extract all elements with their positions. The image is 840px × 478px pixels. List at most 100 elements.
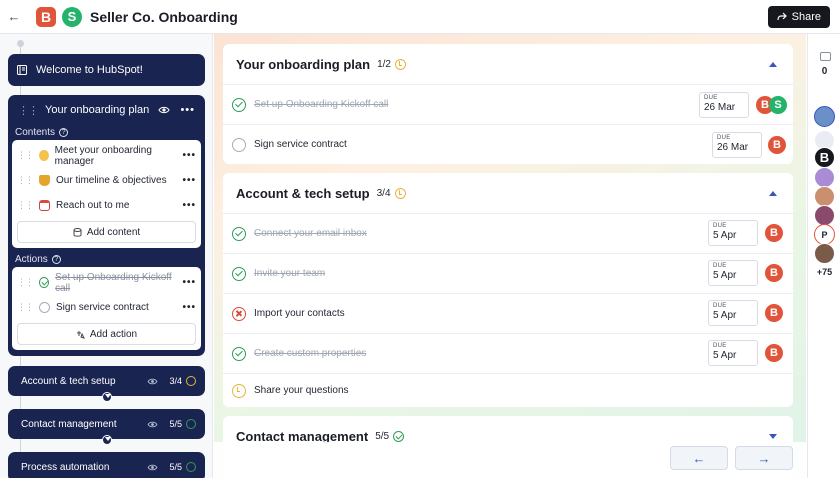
more-options-icon[interactable]: •••: [182, 200, 196, 211]
avatar[interactable]: [814, 186, 835, 207]
expand-chevron-icon[interactable]: [102, 435, 112, 445]
share-button[interactable]: Share: [767, 6, 830, 28]
progress-count: 5/5: [375, 430, 390, 442]
progress-count: 5/5: [169, 462, 182, 472]
drag-handle-icon[interactable]: ⋮⋮: [17, 302, 34, 313]
sidebar-item-label: Contact management: [21, 418, 117, 430]
expand-chevron-icon[interactable]: [102, 392, 112, 402]
help-icon[interactable]: ?: [59, 128, 69, 137]
more-options-icon[interactable]: •••: [182, 150, 196, 161]
task-label: Invite your team: [254, 268, 326, 279]
calendar-icon: [39, 200, 50, 211]
back-arrow-icon[interactable]: ←: [0, 9, 28, 24]
due-date-field[interactable]: DUE 5 Apr: [708, 220, 758, 246]
comment-icon[interactable]: [820, 52, 831, 61]
section-header[interactable]: Account & tech setup 3/4: [223, 173, 793, 213]
sidebar-item-welcome[interactable]: Welcome to HubSpot!: [8, 54, 205, 86]
avatar[interactable]: P: [814, 224, 835, 245]
eye-icon[interactable]: [147, 378, 158, 385]
sidebar-item-process-automation[interactable]: Process automation 5/5: [8, 452, 205, 478]
task-label: Create custom properties: [254, 348, 367, 359]
avatar[interactable]: [814, 205, 835, 226]
content-item-label: Meet your onboarding manager: [54, 144, 152, 167]
check-circle-icon[interactable]: [39, 277, 50, 288]
avatar[interactable]: [814, 106, 835, 127]
due-date-field[interactable]: DUE 5 Apr: [708, 340, 758, 366]
check-circle-icon[interactable]: [232, 346, 246, 361]
check-circle-icon[interactable]: [232, 266, 246, 281]
drag-handle-icon[interactable]: ⋮⋮: [17, 175, 34, 186]
assignee-avatar[interactable]: B: [765, 344, 783, 362]
content-item[interactable]: ⋮⋮ Meet your onboarding manager •••: [17, 143, 196, 168]
section-panel-onboarding-plan: Your onboarding plan 1/2 Set up Onboardi…: [223, 44, 793, 164]
sidebar-item-account-tech-setup[interactable]: Account & tech setup 3/4: [8, 366, 205, 402]
pending-clock-icon[interactable]: [232, 383, 246, 398]
collapse-caret-icon[interactable]: [769, 61, 777, 67]
assignee-avatar[interactable]: S: [769, 96, 787, 114]
task-row[interactable]: Share your questions: [223, 373, 793, 407]
next-button[interactable]: →: [735, 446, 793, 470]
eye-icon[interactable]: [158, 106, 171, 114]
assignee-avatar[interactable]: B: [768, 136, 786, 154]
progress-count: 5/5: [169, 419, 182, 429]
more-options-icon[interactable]: •••: [182, 277, 196, 288]
clock-icon: [395, 58, 406, 70]
task-row[interactable]: Import your contacts DUE 5 Apr B: [223, 293, 793, 333]
action-item-label: Set up Onboarding Kickoff call: [55, 271, 172, 294]
empty-circle-icon[interactable]: [232, 137, 246, 152]
task-row[interactable]: Sign service contract DUE 26 Mar B: [223, 124, 793, 164]
avatar[interactable]: [814, 243, 835, 264]
content-item-label: Reach out to me: [56, 200, 130, 211]
plan-sidebar: Welcome to HubSpot! ⋮⋮ Your onboarding p…: [0, 34, 213, 478]
avatar[interactable]: [814, 167, 835, 188]
drag-handle-icon[interactable]: ⋮⋮: [17, 277, 34, 288]
due-date-field[interactable]: DUE 5 Apr: [708, 260, 758, 286]
section-header[interactable]: Your onboarding plan 1/2: [223, 44, 793, 84]
check-circle-icon[interactable]: [232, 97, 246, 112]
task-row[interactable]: Set up Onboarding Kickoff call DUE 26 Ma…: [223, 84, 793, 124]
actions-heading: Actions ?: [12, 252, 201, 267]
action-item[interactable]: ⋮⋮ Set up Onboarding Kickoff call •••: [17, 270, 196, 295]
eye-icon[interactable]: [147, 464, 158, 471]
content-item[interactable]: ⋮⋮ Our timeline & objectives •••: [17, 168, 196, 193]
assignee-avatar[interactable]: B: [765, 264, 783, 282]
task-row[interactable]: Invite your team DUE 5 Apr B: [223, 253, 793, 293]
error-circle-icon[interactable]: [232, 306, 246, 321]
eye-icon[interactable]: [147, 421, 158, 428]
more-collaborators-count[interactable]: +75: [808, 267, 840, 277]
empty-circle-icon[interactable]: [39, 302, 50, 313]
assignee-avatar[interactable]: B: [765, 224, 783, 242]
check-circle-icon: [186, 419, 196, 429]
previous-button[interactable]: ←: [670, 446, 728, 470]
due-date-field[interactable]: DUE 5 Apr: [708, 300, 758, 326]
sidebar-item-label: Welcome to HubSpot!: [36, 64, 143, 76]
assignee-avatar[interactable]: B: [765, 304, 783, 322]
timeline-dot: [17, 40, 24, 47]
task-label: Share your questions: [254, 385, 349, 396]
action-item-label: Sign service contract: [56, 302, 149, 313]
help-icon[interactable]: ?: [51, 255, 61, 264]
due-date-field[interactable]: DUE 26 Mar: [712, 132, 762, 158]
drag-handle-icon[interactable]: ⋮⋮: [17, 150, 34, 161]
action-item[interactable]: ⋮⋮ Sign service contract •••: [17, 295, 196, 320]
task-row[interactable]: Connect your email inbox DUE 5 Apr B: [223, 213, 793, 253]
task-row[interactable]: Create custom properties DUE 5 Apr B: [223, 333, 793, 373]
due-date-field[interactable]: DUE 26 Mar: [699, 92, 749, 118]
expand-caret-icon[interactable]: [769, 433, 777, 439]
more-options-icon[interactable]: •••: [182, 175, 196, 186]
clock-icon: [186, 376, 196, 386]
drag-handle-icon[interactable]: ⋮⋮: [18, 104, 39, 117]
sidebar-item-contact-management[interactable]: Contact management 5/5: [8, 409, 205, 445]
collapse-caret-icon[interactable]: [769, 190, 777, 196]
plan-card-header[interactable]: ⋮⋮ Your onboarding plan •••: [12, 95, 201, 125]
clock-icon: [394, 187, 406, 199]
check-circle-icon[interactable]: [232, 226, 246, 241]
more-options-icon[interactable]: •••: [182, 302, 196, 313]
avatar[interactable]: B: [814, 147, 835, 168]
drag-handle-icon[interactable]: ⋮⋮: [17, 200, 34, 211]
check-circle-icon: [186, 462, 196, 472]
add-content-button[interactable]: Add content: [17, 221, 196, 243]
add-action-button[interactable]: Add action: [17, 323, 196, 345]
content-item[interactable]: ⋮⋮ Reach out to me •••: [17, 193, 196, 218]
more-options-icon[interactable]: •••: [180, 104, 195, 116]
